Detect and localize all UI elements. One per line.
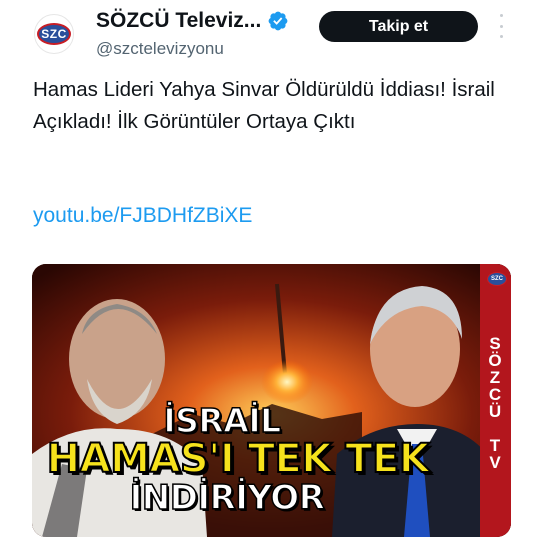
- video-thumbnail[interactable]: SZC SÖZCÜ TV İSRAİL HAMAS'I TEK TEK İNDİ…: [32, 264, 511, 537]
- vertical-brand-text: SÖZCÜ TV: [485, 334, 505, 470]
- display-name[interactable]: SÖZCÜ Televiz...: [96, 9, 289, 33]
- verified-badge-icon: [268, 11, 288, 31]
- thumbnail-headline-line3: İNDİRİYOR: [129, 477, 326, 519]
- tweet-link[interactable]: youtu.be/FJBDHfZBiXE: [33, 204, 252, 228]
- avatar-logo: SZC: [37, 23, 71, 45]
- more-options-icon[interactable]: [494, 14, 508, 38]
- follow-button[interactable]: Takip et: [319, 11, 478, 42]
- vertical-brand-label: SÖZCÜ TV: [484, 334, 506, 470]
- thumbnail-headline-line2: HAMAS'I TEK TEK: [46, 435, 431, 483]
- avatar[interactable]: SZC: [34, 14, 74, 54]
- tweet-text: Hamas Lideri Yahya Sinvar Öldürüldü İddi…: [33, 78, 495, 133]
- thumbnail-headline-line1: İSRAİL: [163, 400, 282, 441]
- display-name-text: SÖZCÜ Televiz...: [96, 9, 262, 32]
- brand-logo-small: SZC: [487, 272, 507, 286]
- account-handle[interactable]: @szctelevizyonu: [96, 39, 224, 59]
